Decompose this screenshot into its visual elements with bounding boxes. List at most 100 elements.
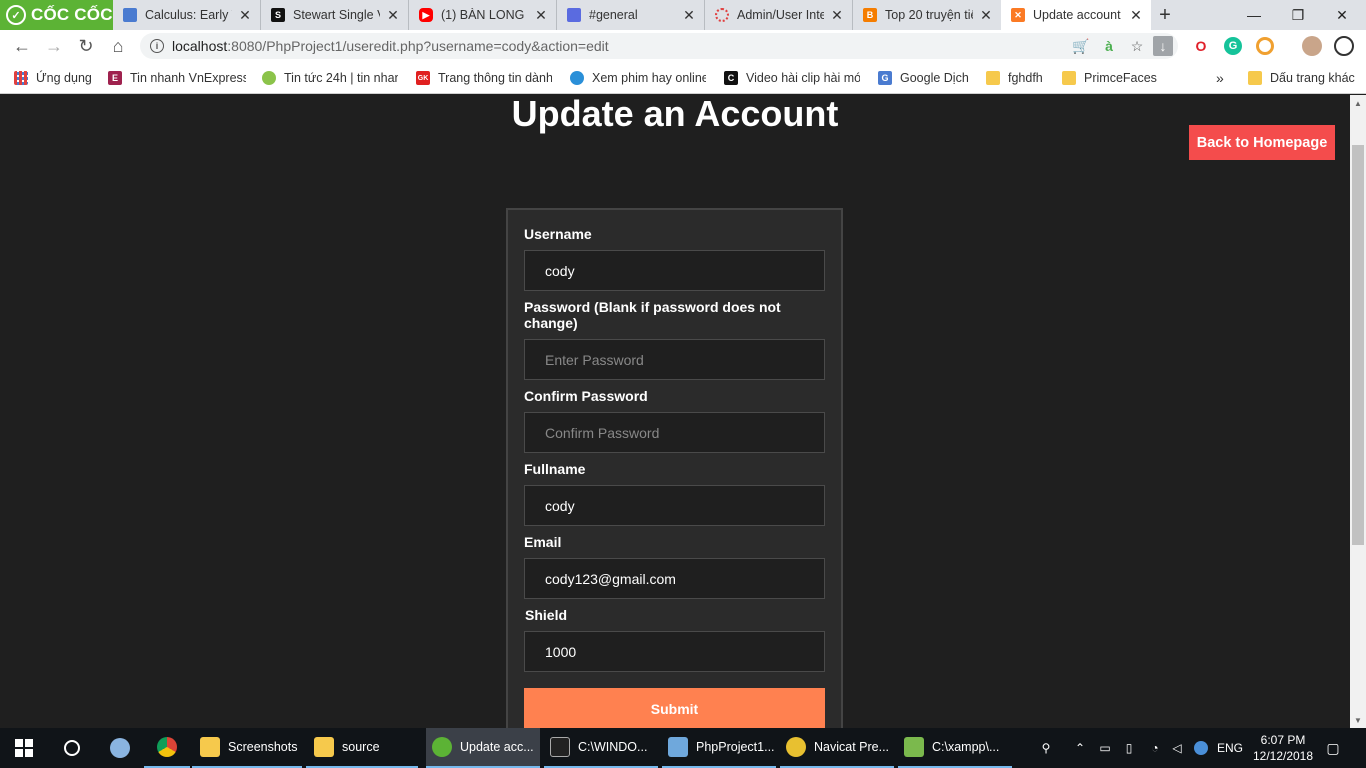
- bookmark-label: Trang thông tin dành: [438, 71, 552, 85]
- password-label: Password (Blank if password does not cha…: [524, 299, 781, 331]
- extension-ring-icon[interactable]: [1256, 37, 1274, 55]
- taskbar-source[interactable]: source: [306, 728, 418, 768]
- battery-icon[interactable]: ▯: [1118, 728, 1140, 768]
- scroll-down-icon[interactable]: ▼: [1350, 712, 1366, 728]
- scrollbar-thumb[interactable]: [1352, 145, 1364, 545]
- globe-icon: [570, 71, 584, 85]
- tab-youtube[interactable]: ▶ (1) BÀN LONG - T ✕: [409, 0, 557, 30]
- other-bookmarks[interactable]: Dấu trang khác: [1248, 70, 1355, 86]
- tab-title: (1) BÀN LONG - T: [441, 8, 528, 22]
- close-icon[interactable]: ✕: [682, 7, 696, 23]
- bookmark-star-icon[interactable]: ☆: [1128, 37, 1146, 55]
- taskbar-update-account[interactable]: Update acc...: [426, 728, 540, 768]
- folder-icon: [1062, 71, 1076, 85]
- opera-extension-icon[interactable]: O: [1192, 37, 1210, 55]
- bookmark-tintuc24h[interactable]: Tin tức 24h | tin nhan: [262, 70, 398, 86]
- keyboard-icon[interactable]: ▭: [1094, 728, 1116, 768]
- coccoc-icon: [432, 737, 452, 757]
- volume-icon[interactable]: ◁: [1166, 728, 1188, 768]
- close-icon[interactable]: ✕: [979, 7, 993, 23]
- username-input[interactable]: [524, 250, 825, 291]
- fullname-input[interactable]: [524, 485, 825, 526]
- people-icon[interactable]: ⚲: [1034, 728, 1058, 768]
- close-icon[interactable]: ✕: [830, 7, 844, 23]
- taskbar-clock[interactable]: 6:07 PM 12/12/2018: [1246, 732, 1320, 764]
- coccoc-menu-button[interactable]: ✓ CỐC CỐC: [0, 0, 113, 30]
- bookmark-label: Dấu trang khác: [1270, 71, 1355, 85]
- bookmark-label: Tin tức 24h | tin nhan: [284, 71, 398, 85]
- cart-icon[interactable]: 🛒: [1072, 37, 1090, 55]
- bookmark-video-hai[interactable]: C Video hài clip hài mớ: [724, 70, 860, 86]
- bookmark-apps[interactable]: Ứng dụng: [14, 70, 92, 86]
- tab-title: Calculus: Early Tr: [145, 8, 232, 22]
- shield-input[interactable]: [524, 631, 825, 672]
- tab-calculus[interactable]: Calculus: Early Tr ✕: [113, 0, 261, 30]
- taskbar-label: source: [342, 740, 380, 754]
- language-bar-icon[interactable]: [1192, 728, 1210, 768]
- username-label: Username: [524, 226, 592, 242]
- folder-icon: [986, 71, 1000, 85]
- taskbar-screenshots[interactable]: Screenshots: [192, 728, 302, 768]
- confirm-password-input[interactable]: [524, 412, 825, 453]
- tab-stewart[interactable]: S Stewart Single Va ✕: [261, 0, 409, 30]
- address-bar[interactable]: i localhost:8080/PhpProject1/useredit.ph…: [140, 33, 1178, 59]
- youtube-icon: ▶: [419, 8, 433, 22]
- scroll-up-icon[interactable]: ▲: [1350, 95, 1366, 111]
- taskbar-cmd[interactable]: C:\WINDO...: [544, 728, 658, 768]
- notification-icon[interactable]: ▢: [1322, 728, 1344, 768]
- site-info-icon[interactable]: i: [150, 39, 164, 53]
- grammarly-icon[interactable]: G: [1224, 37, 1242, 55]
- cmd-icon: [550, 737, 570, 757]
- bookmark-google-dich[interactable]: G Google Dịch: [878, 70, 969, 86]
- profile-avatar-icon[interactable]: [1302, 36, 1322, 56]
- taskbar-navicat[interactable]: Navicat Pre...: [780, 728, 894, 768]
- bookmark-vnexpress[interactable]: E Tin nhanh VnExpress: [108, 70, 246, 86]
- minimize-button[interactable]: —: [1232, 0, 1276, 30]
- email-input[interactable]: [524, 558, 825, 599]
- vietnamese-input-icon[interactable]: à: [1100, 37, 1118, 55]
- bookmark-trang-thong-tin[interactable]: GK Trang thông tin dành: [416, 70, 552, 86]
- bookmark-folder-primcefaces[interactable]: PrimceFaces: [1062, 70, 1157, 86]
- show-hidden-icons-icon[interactable]: ⌃: [1070, 728, 1090, 768]
- bookmark-label: Ứng dụng: [36, 71, 92, 85]
- bookmark-xem-phim[interactable]: Xem phim hay online: [570, 70, 706, 86]
- new-tab-button[interactable]: +: [1154, 0, 1176, 30]
- menu-circle-icon[interactable]: [1334, 36, 1354, 56]
- taskbar-label: C:\WINDO...: [578, 740, 648, 754]
- tab-general[interactable]: #general ✕: [557, 0, 705, 30]
- close-icon[interactable]: ✕: [534, 7, 548, 23]
- reload-icon[interactable]: ↻: [74, 34, 98, 58]
- close-icon[interactable]: ✕: [238, 7, 252, 23]
- window-close-button[interactable]: ✕: [1320, 0, 1364, 30]
- submit-button[interactable]: Submit: [524, 688, 825, 728]
- taskbar-chrome[interactable]: [144, 728, 190, 768]
- bookmarks-bar: Ứng dụng E Tin nhanh VnExpress Tin tức 2…: [0, 62, 1366, 94]
- tab-admin-user[interactable]: Admin/User Inte ✕: [705, 0, 853, 30]
- page-scrollbar[interactable]: ▲ ▼: [1350, 95, 1366, 728]
- bookmark-folder-fghdfh[interactable]: fghdfh: [986, 70, 1043, 86]
- taskbar-label: PhpProject1...: [696, 740, 775, 754]
- download-icon[interactable]: ↓: [1153, 36, 1173, 56]
- home-icon[interactable]: ⌂: [106, 34, 130, 58]
- close-icon[interactable]: ✕: [1129, 7, 1143, 23]
- wifi-icon[interactable]: ◔: [1144, 728, 1166, 768]
- restore-button[interactable]: ❐: [1276, 0, 1320, 30]
- start-button[interactable]: [0, 728, 48, 768]
- bookmark-label: PrimceFaces: [1084, 71, 1157, 85]
- close-icon[interactable]: ✕: [386, 7, 400, 23]
- taskbar-label: Screenshots: [228, 740, 298, 754]
- bookmarks-overflow-button[interactable]: »: [1216, 70, 1224, 86]
- back-to-homepage-button[interactable]: Back to Homepage: [1189, 125, 1335, 160]
- forward-arrow-icon[interactable]: →: [42, 34, 66, 58]
- windows-taskbar: Screenshots source Update acc... C:\WIND…: [0, 728, 1366, 768]
- taskbar-netbeans[interactable]: PhpProject1...: [662, 728, 776, 768]
- taskbar-paint[interactable]: [96, 728, 144, 768]
- password-input[interactable]: [524, 339, 825, 380]
- back-arrow-icon[interactable]: ←: [10, 34, 34, 58]
- translate-icon: G: [878, 71, 892, 85]
- taskbar-notepad[interactable]: C:\xampp\...: [898, 728, 1012, 768]
- cortana-button[interactable]: [48, 728, 96, 768]
- input-language[interactable]: ENG: [1214, 728, 1246, 768]
- tab-top20[interactable]: B Top 20 truyện tiê ✕: [853, 0, 1001, 30]
- tab-update-account[interactable]: ✕ Update account ✕: [1001, 0, 1151, 30]
